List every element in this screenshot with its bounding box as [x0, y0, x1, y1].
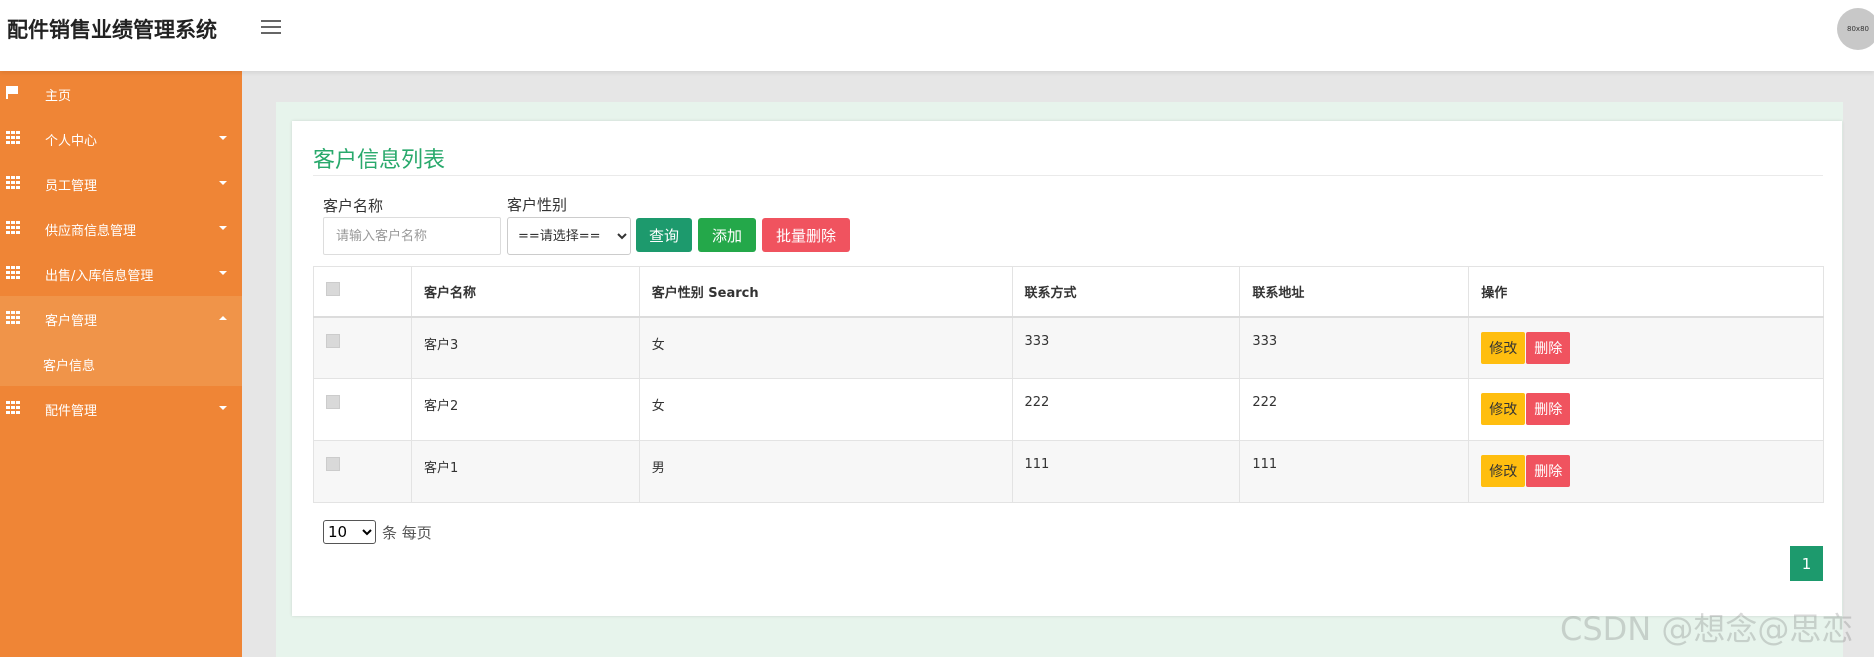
grid-icon	[6, 401, 20, 415]
sidebar-item-personal-center[interactable]: 个人中心	[0, 116, 242, 161]
edit-button[interactable]: 修改	[1481, 331, 1526, 364]
flag-icon	[6, 86, 20, 100]
page-title: 客户信息列表	[313, 148, 446, 173]
sidebar-item-label: 主页	[45, 89, 72, 104]
customer-name-label: 客户名称	[323, 197, 384, 215]
sidebar-item-label: 个人中心	[45, 134, 98, 149]
sidebar-item-parts[interactable]: 配件管理	[0, 386, 242, 431]
page-size-select[interactable]: 10	[323, 520, 376, 544]
chevron-down-icon	[219, 271, 227, 275]
column-header: 联系方式	[1011, 266, 1241, 318]
customer-gender-label: 客户性别	[507, 196, 568, 214]
edit-button[interactable]: 修改	[1481, 393, 1526, 425]
sidebar-item-label: 出售/入库信息管理	[45, 269, 154, 284]
cell-address: 111	[1239, 440, 1470, 503]
delete-button[interactable]: 删除	[1526, 331, 1571, 364]
top-header: 配件销售业绩管理系统 80x80	[0, 0, 1874, 71]
grid-icon	[6, 176, 20, 190]
batch-delete-button[interactable]: 批量删除	[762, 218, 850, 252]
sidebar-item-label: 供应商信息管理	[45, 224, 137, 239]
grid-icon	[6, 311, 20, 325]
cell-name: 客户3	[410, 316, 640, 379]
cell-address: 333	[1239, 316, 1470, 379]
cell-phone: 333	[1011, 316, 1241, 379]
watermark: CSDN @想念@思恋	[1560, 610, 1854, 648]
sidebar-item-employee[interactable]: 员工管理	[0, 161, 242, 206]
grid-icon	[6, 131, 20, 145]
divider	[313, 175, 1823, 176]
sidebar-item-label: 客户管理	[45, 314, 98, 329]
sidebar-item-label: 配件管理	[45, 404, 98, 419]
sidebar-subitem-label: 客户信息	[43, 359, 96, 374]
sidebar-item-label: 员工管理	[45, 179, 98, 194]
row-checkbox[interactable]	[326, 457, 340, 471]
customer-name-input[interactable]	[323, 217, 501, 255]
table-header-row: 客户名称 客户性别 Search 联系方式 联系地址 操作	[313, 266, 1824, 318]
cell-name: 客户1	[410, 440, 640, 503]
cell-gender: 女	[638, 316, 1013, 379]
query-button[interactable]: 查询	[636, 218, 692, 252]
menu-toggle-icon[interactable]	[261, 20, 281, 38]
avatar[interactable]: 80x80	[1837, 8, 1874, 50]
chevron-down-icon	[219, 226, 227, 230]
grid-icon	[6, 266, 20, 280]
select-all-cell	[313, 266, 412, 318]
grid-icon	[6, 221, 20, 235]
cell-gender: 男	[638, 440, 1013, 503]
row-checkbox[interactable]	[326, 333, 340, 348]
column-header: 联系地址	[1239, 266, 1470, 318]
table-row: 客户1 男 111 111 修改 删除	[313, 440, 1824, 503]
column-header: 操作	[1468, 266, 1824, 318]
sidebar-subitem-customer-info[interactable]: 客户信息	[0, 341, 242, 386]
cell-gender: 女	[638, 378, 1013, 441]
page-button-current[interactable]: 1	[1790, 546, 1823, 581]
app-title: 配件销售业绩管理系统	[7, 18, 217, 42]
column-header: 客户名称	[410, 266, 640, 318]
chevron-up-icon	[219, 316, 227, 320]
cell-address: 222	[1239, 378, 1470, 441]
select-all-checkbox[interactable]	[326, 282, 340, 297]
table-row: 客户3 女 333 333 修改 删除	[313, 316, 1824, 379]
delete-button[interactable]: 删除	[1526, 455, 1571, 487]
sidebar-item-supplier[interactable]: 供应商信息管理	[0, 206, 242, 251]
sidebar-item-sales-stock[interactable]: 出售/入库信息管理	[0, 251, 242, 296]
chevron-down-icon	[219, 406, 227, 410]
cell-phone: 111	[1011, 440, 1241, 503]
sidebar: 主页 个人中心 员工管理 供应商信息管理 出售/入库信息管理 客户管理 客户信息…	[0, 71, 242, 657]
chevron-down-icon	[219, 136, 227, 140]
sidebar-item-home[interactable]: 主页	[0, 71, 242, 116]
table-row: 客户2 女 222 222 修改 删除	[313, 378, 1824, 441]
column-header[interactable]: 客户性别 Search	[638, 266, 1013, 318]
add-button[interactable]: 添加	[698, 218, 756, 252]
edit-button[interactable]: 修改	[1481, 455, 1526, 487]
cell-name: 客户2	[410, 378, 640, 441]
row-checkbox[interactable]	[326, 395, 340, 409]
customer-gender-select[interactable]: ==请选择==	[507, 217, 631, 255]
delete-button[interactable]: 删除	[1526, 393, 1571, 425]
customer-table: 客户名称 客户性别 Search 联系方式 联系地址 操作 客户3 女 333 …	[313, 266, 1824, 503]
sidebar-item-customer[interactable]: 客户管理	[0, 296, 242, 341]
cell-phone: 222	[1011, 378, 1241, 441]
chevron-down-icon	[219, 181, 227, 185]
page-size-suffix: 条 每页	[382, 524, 432, 542]
